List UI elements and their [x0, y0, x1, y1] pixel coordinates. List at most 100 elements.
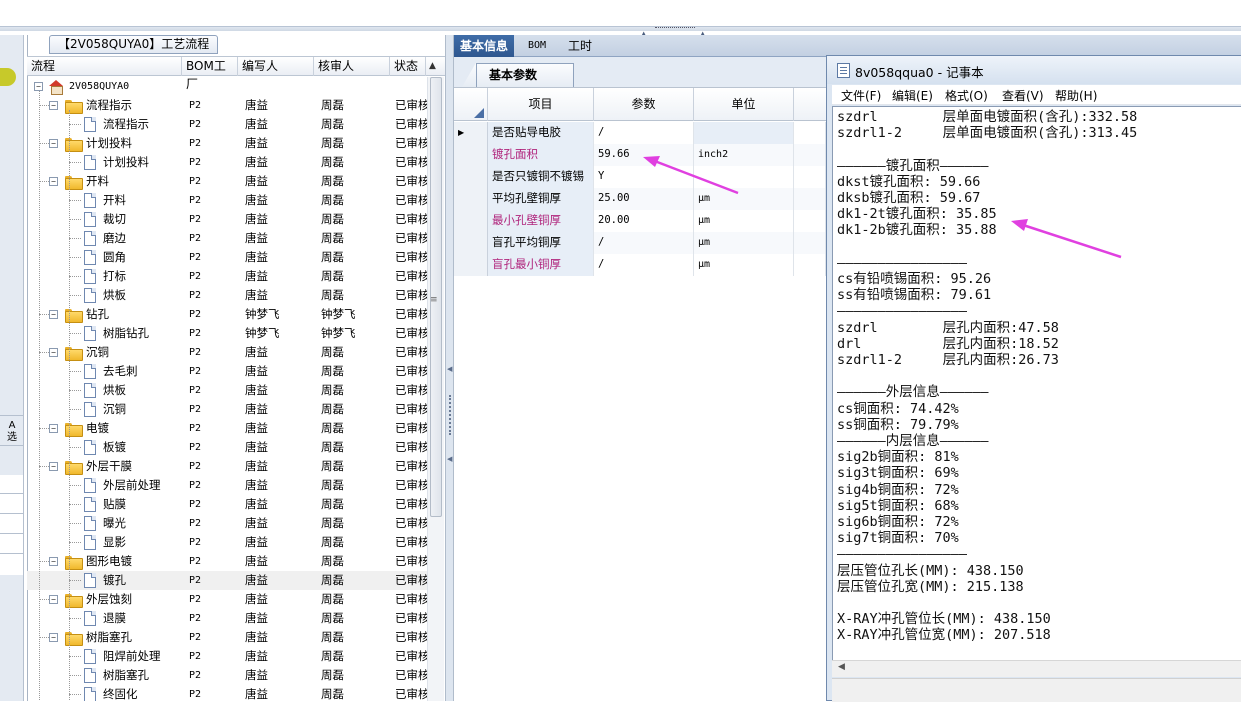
collapse-left-icon[interactable]: ◀: [447, 365, 452, 373]
tree-row[interactable]: 阻焊前处理 P2 唐益 周磊 已审核: [27, 647, 427, 666]
collapse-toggle-icon[interactable]: −: [34, 82, 43, 91]
row-indicator[interactable]: [454, 166, 488, 188]
scroll-left-icon[interactable]: ◀: [838, 662, 845, 672]
row-indicator[interactable]: [454, 144, 488, 166]
cell-unit[interactable]: μm: [694, 188, 794, 210]
tree-row[interactable]: 裁切 P2 唐益 周磊 已审核: [27, 210, 427, 229]
row-indicator[interactable]: [454, 210, 488, 232]
tree-row[interactable]: 流程指示 P2 唐益 周磊 已审核: [27, 115, 427, 134]
tree-row[interactable]: 开料 P2 唐益 周磊 已审核: [27, 191, 427, 210]
collapse-toggle-icon[interactable]: −: [49, 139, 58, 148]
tree-row[interactable]: − 计划投料 P2 唐益 周磊 已审核: [27, 134, 427, 153]
top-splitter-grip[interactable]: [655, 27, 695, 30]
cell-unit[interactable]: μm: [694, 254, 794, 276]
notepad-titlebar[interactable]: 8v058qqua0 - 记事本: [827, 56, 1241, 84]
tree-row[interactable]: − 外层干膜 P2 唐益 周磊 已审核: [27, 457, 427, 476]
collapse-toggle-icon[interactable]: −: [49, 310, 58, 319]
column-header-unit[interactable]: 单位: [694, 88, 794, 121]
cell-param[interactable]: 59.66: [594, 144, 694, 166]
tree-row[interactable]: 圆角 P2 唐益 周磊 已审核: [27, 248, 427, 267]
column-header-param[interactable]: 参数: [594, 88, 694, 121]
notepad-horizontal-scrollbar[interactable]: ◀: [832, 660, 1241, 677]
param-row[interactable]: 是否只镀铜不镀锡 Y: [454, 166, 826, 188]
tree-row[interactable]: 去毛刺 P2 唐益 周磊 已审核: [27, 362, 427, 381]
tree-row[interactable]: 曝光 P2 唐益 周磊 已审核: [27, 514, 427, 533]
tree-row[interactable]: 计划投料 P2 唐益 周磊 已审核: [27, 153, 427, 172]
menu-format[interactable]: 格式(O): [945, 87, 988, 104]
tree-row[interactable]: 板镀 P2 唐益 周磊 已审核: [27, 438, 427, 457]
tree-row[interactable]: 显影 P2 唐益 周磊 已审核: [27, 533, 427, 552]
column-header-item[interactable]: 项目: [488, 88, 594, 121]
tree-row[interactable]: 打标 P2 唐益 周磊 已审核: [27, 267, 427, 286]
cell-param[interactable]: Y: [594, 166, 694, 188]
vertical-splitter[interactable]: ◀ ◀: [445, 35, 454, 701]
cell-unit[interactable]: μm: [694, 210, 794, 232]
param-row[interactable]: ▶ 是否贴导电胶 /: [454, 122, 826, 144]
cell-param[interactable]: /: [594, 232, 694, 254]
sort-asc-icon[interactable]: ▲: [429, 61, 436, 71]
tree-row[interactable]: 树脂钻孔 P2 钟梦飞 钟梦飞 已审核: [27, 324, 427, 343]
tree-row[interactable]: 退膜 P2 唐益 周磊 已审核: [27, 609, 427, 628]
column-header-writer[interactable]: 编写人: [238, 57, 314, 76]
collapse-toggle-icon[interactable]: −: [49, 595, 58, 604]
tree-row[interactable]: − 流程指示 P2 唐益 周磊 已审核: [27, 96, 427, 115]
tab-bom[interactable]: BOM: [522, 35, 552, 57]
collapse-toggle-icon[interactable]: −: [49, 557, 58, 566]
select-all-corner-icon[interactable]: [474, 108, 484, 118]
tab-basic-params[interactable]: 基本参数: [476, 63, 574, 87]
tree-row[interactable]: 终固化 P2 唐益 周磊 已审核: [27, 685, 427, 701]
column-header-reviewer[interactable]: 核审人: [314, 57, 390, 76]
splitter-grip[interactable]: [449, 395, 451, 435]
side-label[interactable]: A选: [0, 420, 24, 444]
cell-param[interactable]: /: [594, 254, 694, 276]
param-row[interactable]: 盲孔平均铜厚 / μm: [454, 232, 826, 254]
cell-param[interactable]: 20.00: [594, 210, 694, 232]
tab-basic-info[interactable]: 基本信息: [454, 35, 515, 57]
tree-row[interactable]: 磨边 P2 唐益 周磊 已审核: [27, 229, 427, 248]
tree-vertical-scrollbar[interactable]: ≡: [427, 77, 444, 701]
menu-help[interactable]: 帮助(H): [1055, 87, 1097, 104]
cell-param[interactable]: 25.00: [594, 188, 694, 210]
cell-param[interactable]: /: [594, 122, 694, 144]
collapse-toggle-icon[interactable]: −: [49, 633, 58, 642]
tree-row[interactable]: 外层前处理 P2 唐益 周磊 已审核: [27, 476, 427, 495]
cell-unit[interactable]: μm: [694, 232, 794, 254]
collapse-toggle-icon[interactable]: −: [49, 424, 58, 433]
tree-row[interactable]: − 树脂塞孔 P2 唐益 周磊 已审核: [27, 628, 427, 647]
tree-panel-title-tab[interactable]: 【2V058QUYA0】工艺流程: [49, 35, 219, 54]
row-indicator[interactable]: [454, 188, 488, 210]
tree-row[interactable]: − 2V058QUYA0: [27, 77, 427, 96]
cell-unit[interactable]: [694, 166, 794, 188]
tree-row[interactable]: 镀孔 P2 唐益 周磊 已审核: [27, 571, 427, 590]
notepad-text-area[interactable]: szdrl 层单面电镀面积(含孔):332.58 szdrl1-2 层单面电镀面积…: [832, 106, 1241, 666]
tree-row[interactable]: − 钻孔 P2 钟梦飞 钟梦飞 已审核: [27, 305, 427, 324]
row-indicator[interactable]: [454, 254, 488, 276]
tab-work-hours[interactable]: 工时: [562, 35, 598, 57]
cell-unit[interactable]: inch2: [694, 144, 794, 166]
cell-unit[interactable]: [694, 122, 794, 144]
tree-row[interactable]: 烘板 P2 唐益 周磊 已审核: [27, 381, 427, 400]
column-header-bom-factory[interactable]: BOM工厂: [182, 57, 238, 91]
menu-view[interactable]: 查看(V): [1002, 87, 1044, 104]
tree-row[interactable]: 贴膜 P2 唐益 周磊 已审核: [27, 495, 427, 514]
menu-edit[interactable]: 编辑(E): [892, 87, 933, 104]
menu-file[interactable]: 文件(F): [841, 87, 881, 104]
row-indicator[interactable]: ▶: [454, 122, 488, 144]
collapse-toggle-icon[interactable]: −: [49, 348, 58, 357]
param-row[interactable]: 最小孔壁铜厚 20.00 μm: [454, 210, 826, 232]
collapse-toggle-icon[interactable]: −: [49, 177, 58, 186]
param-row[interactable]: 盲孔最小铜厚 / μm: [454, 254, 826, 276]
column-header-flow[interactable]: 流程: [27, 57, 182, 76]
tree-row[interactable]: − 外层蚀刻 P2 唐益 周磊 已审核: [27, 590, 427, 609]
tree-row[interactable]: 树脂塞孔 P2 唐益 周磊 已审核: [27, 666, 427, 685]
column-header-status[interactable]: 状态: [390, 57, 426, 76]
tree-row[interactable]: 沉铜 P2 唐益 周磊 已审核: [27, 400, 427, 419]
tree-row[interactable]: − 图形电镀 P2 唐益 周磊 已审核: [27, 552, 427, 571]
tree-row[interactable]: 烘板 P2 唐益 周磊 已审核: [27, 286, 427, 305]
param-row[interactable]: 平均孔壁铜厚 25.00 μm: [454, 188, 826, 210]
param-row[interactable]: 镀孔面积 59.66 inch2: [454, 144, 826, 166]
collapse-toggle-icon[interactable]: −: [49, 101, 58, 110]
tree-row[interactable]: − 电镀 P2 唐益 周磊 已审核: [27, 419, 427, 438]
row-indicator[interactable]: [454, 232, 488, 254]
tree-row[interactable]: − 开料 P2 唐益 周磊 已审核: [27, 172, 427, 191]
